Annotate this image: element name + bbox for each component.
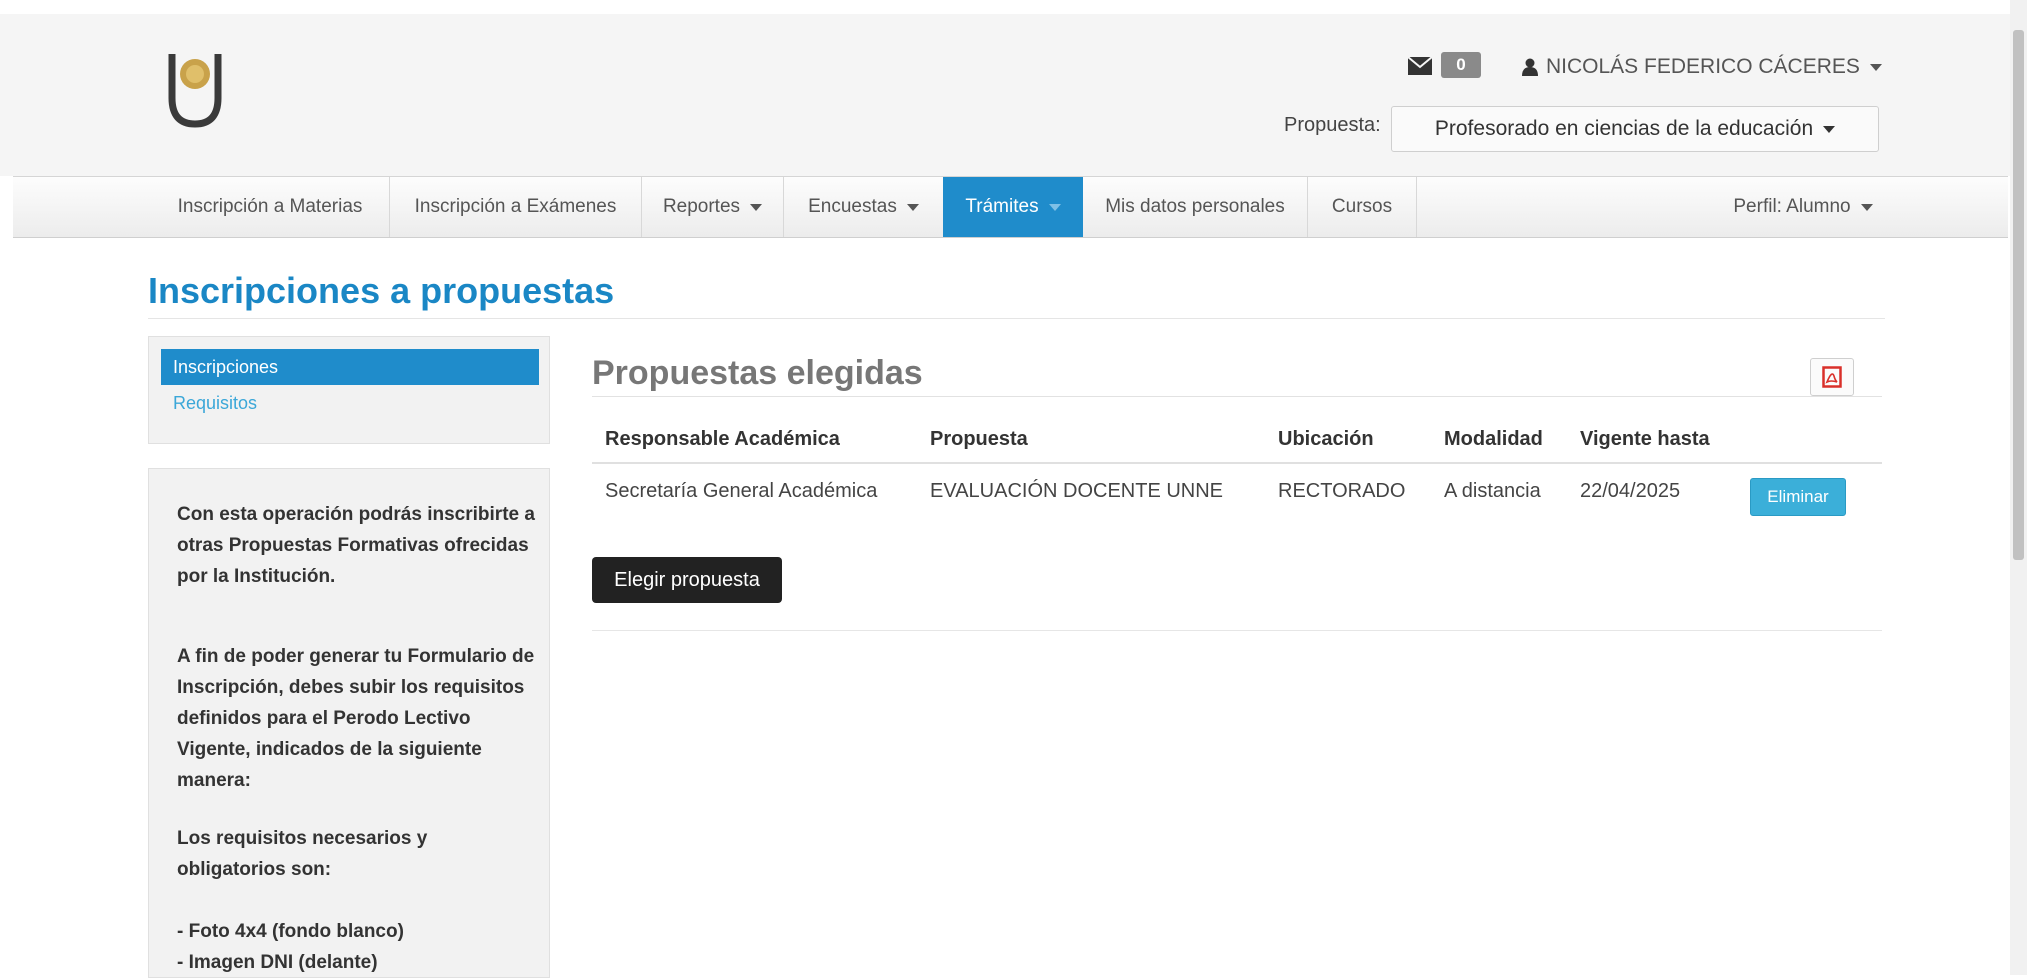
pdf-icon [1822,366,1842,388]
delete-button[interactable]: Eliminar [1750,478,1846,516]
sidebar-item-label: Inscripciones [173,356,279,377]
sidebar-item-label: Requisitos [173,392,258,413]
nav-label: Reportes [662,196,741,217]
info-list-item: - Imagen DNI (delante) [177,952,378,973]
chevron-down-icon [1860,203,1873,211]
table-header-divider [592,462,1882,464]
column-header: Vigente hasta [1580,428,1710,450]
nav-label: Inscripción a Exámenes [414,196,617,217]
choose-proposal-button[interactable]: Elegir propuesta [592,557,782,603]
info-paragraph: Los requisitos necesarios y obligatorios… [177,828,428,880]
info-paragraph: Con esta operación podrás inscribirte a … [177,504,535,587]
user-menu[interactable]: NICOLÁS FEDERICO CÁCERES [1522,52,1882,82]
divider [592,396,1882,397]
nav-cursos[interactable]: Cursos [1307,177,1417,237]
pdf-export-button[interactable] [1810,358,1854,396]
table-cell: RECTORADO [1278,480,1406,502]
nav-label: Inscripción a Materias [177,196,363,217]
nav-label: Trámites [965,196,1039,217]
divider [592,630,1882,631]
nav-reportes[interactable]: Reportes [641,177,783,237]
mail-count-badge[interactable]: 0 [1441,52,1481,78]
chevron-down-icon [906,203,919,211]
sidebar-item-inscripciones[interactable]: Inscripciones [161,349,539,385]
profile-label: Perfil: Alumno [1733,196,1851,217]
main-navbar: Inscripción a Materias Inscripción a Exá… [13,176,2008,238]
page-title: Inscripciones a propuestas [148,270,615,311]
nav-label: Mis datos personales [1105,196,1285,217]
nav-tramites[interactable]: Trámites [943,177,1083,237]
column-header: Responsable Académica [605,428,840,450]
sidebar-nav: Inscripciones Requisitos [148,336,550,444]
column-header: Ubicación [1278,428,1374,450]
table-cell: 22/04/2025 [1580,480,1681,502]
info-list-item: - Foto 4x4 (fondo blanco) [177,921,404,942]
section-title: Propuestas elegidas [592,354,923,392]
column-header: Propuesta [930,428,1028,450]
scrollbar-thumb[interactable] [2013,30,2024,560]
user-icon [1522,58,1538,76]
envelope-icon[interactable] [1407,56,1433,76]
user-name: NICOLÁS FEDERICO CÁCERES [1546,55,1860,78]
propuesta-select[interactable]: Profesorado en ciencias de la educación [1391,106,1879,152]
nav-encuestas[interactable]: Encuestas [783,177,943,237]
divider [148,318,1885,319]
nav-mis-datos[interactable]: Mis datos personales [1083,177,1307,237]
chevron-down-icon [750,203,763,211]
chevron-down-icon [1869,63,1882,71]
info-panel: Con esta operación podrás inscribirte a … [148,468,550,978]
nav-inscripcion-materias[interactable]: Inscripción a Materias [151,177,389,237]
nav-label: Encuestas [808,196,897,217]
sidebar-item-requisitos[interactable]: Requisitos [161,385,539,421]
university-logo-icon[interactable] [166,50,224,130]
chevron-down-icon [1823,125,1836,133]
propuesta-label: Propuesta: [1284,114,1381,136]
table-cell: A distancia [1444,480,1541,502]
column-header: Modalidad [1444,428,1543,450]
propuesta-select-value: Profesorado en ciencias de la educación [1434,117,1814,140]
nav-label: Cursos [1331,196,1393,217]
nav-inscripcion-examenes[interactable]: Inscripción a Exámenes [389,177,641,237]
table-cell: Secretaría General Académica [605,480,878,502]
info-paragraph: A fin de poder generar tu Formulario de … [177,646,535,791]
chevron-down-icon [1048,203,1061,211]
profile-menu[interactable]: Perfil: Alumno [1703,177,1903,237]
table-cell: EVALUACIÓN DOCENTE UNNE [930,480,1224,502]
